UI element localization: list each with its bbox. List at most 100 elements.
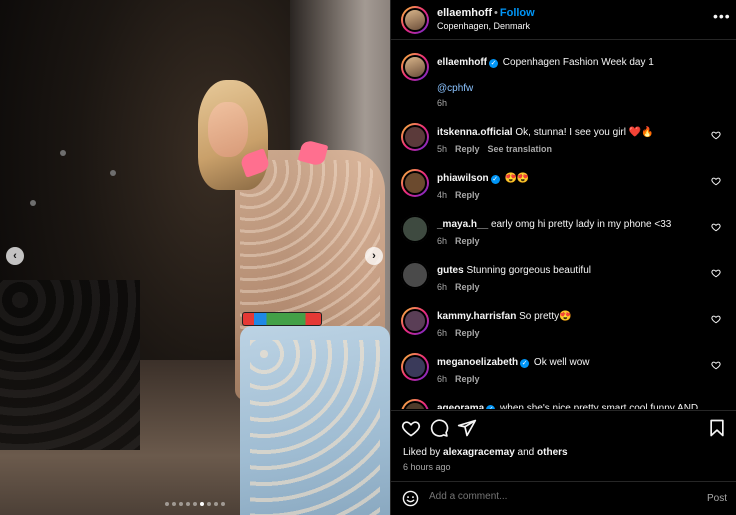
model-face [208, 102, 248, 157]
comment-meta: 6h Reply [437, 236, 488, 246]
commenter-avatar[interactable] [401, 261, 429, 289]
comment: ageorama✓ when she's nice pretty smart c… [391, 387, 736, 409]
comment-time: 4h [437, 190, 448, 200]
heart-icon[interactable] [401, 418, 421, 438]
comment-icon[interactable] [429, 418, 449, 438]
verified-badge-icon: ✓ [520, 359, 530, 368]
comment-text: kammy.harrisfan So pretty😍 [437, 311, 572, 322]
commenter-username[interactable]: _maya.h__ [437, 219, 488, 230]
author-avatar[interactable] [401, 6, 429, 34]
comment: _maya.h__ early omg hi pretty lady in my… [391, 203, 736, 249]
post-comment-button[interactable]: Post [707, 493, 727, 504]
commenter-username[interactable]: kammy.harrisfan [437, 311, 516, 322]
comment-like-heart-icon[interactable] [711, 130, 721, 140]
commenter-avatar[interactable] [401, 123, 429, 151]
previous-image-button[interactable]: ‹ [6, 247, 24, 265]
ceiling-light [60, 150, 66, 156]
verified-badge-icon: ✓ [486, 405, 496, 409]
comment: kammy.harrisfan So pretty😍 6h Reply [391, 295, 736, 341]
caption-username[interactable]: ellaemhoff [437, 57, 487, 68]
next-image-button[interactable]: › [365, 247, 383, 265]
caption-mention-link[interactable]: @cphfw [437, 83, 473, 94]
comment-time: 5h [437, 144, 448, 154]
comment-meta: 5h Reply See translation [437, 144, 560, 154]
jeans-lace-pattern [250, 340, 380, 515]
carousel-dot [214, 502, 218, 506]
runway-model-photo [180, 80, 390, 515]
post-media[interactable]: ‹ › [0, 0, 390, 515]
likes-middle: and [514, 447, 538, 458]
comment-time: 6h [437, 374, 448, 384]
comment-body: Ok well wow [533, 357, 590, 368]
carousel-dot [221, 502, 225, 506]
liked-by-others-link[interactable]: others [537, 447, 568, 458]
verified-badge-icon: ✓ [490, 175, 500, 184]
post-modal: ‹ › ellaemhoff • Follow Copenhagen, Denmar… [0, 0, 736, 515]
follow-button[interactable]: Follow [500, 7, 535, 19]
comment-meta: 6h Reply [437, 374, 488, 384]
carousel-dot [207, 502, 211, 506]
comment-like-heart-icon[interactable] [711, 176, 721, 186]
comment-input[interactable] [429, 491, 689, 502]
reply-button[interactable]: Reply [455, 236, 480, 246]
carousel-dot [200, 502, 204, 506]
reply-button[interactable]: Reply [455, 282, 480, 292]
comment-body: So pretty😍 [519, 311, 572, 322]
comment-time: 6h [437, 236, 448, 246]
commenter-avatar[interactable] [401, 307, 429, 335]
comment: itskenna.official Ok, stunna! I see you … [391, 111, 736, 157]
likes-prefix: Liked by [403, 447, 444, 458]
ceiling-light [110, 170, 116, 176]
post-details-panel: ellaemhoff • Follow Copenhagen, Denmark ••… [390, 0, 736, 515]
caption-time: 6h [437, 98, 448, 108]
reply-button[interactable]: Reply [455, 190, 480, 200]
action-bar: Liked by alexagracemay and others 6 hour… [391, 410, 736, 480]
caption-body: Copenhagen Fashion Week day 1 [502, 57, 654, 68]
carousel-dot [172, 502, 176, 506]
caption-text: ellaemhoff ✓ Copenhagen Fashion Week day … [437, 57, 654, 68]
post-location[interactable]: Copenhagen, Denmark [437, 21, 530, 31]
commenter-username[interactable]: itskenna.official [437, 127, 513, 138]
comments-list[interactable]: ellaemhoff ✓ Copenhagen Fashion Week day … [391, 41, 736, 409]
post-header: ellaemhoff • Follow Copenhagen, Denmark ••… [391, 0, 736, 40]
commenter-username[interactable]: ageorama [437, 403, 484, 409]
striped-belt [242, 312, 322, 326]
commenter-username[interactable]: gutes [437, 265, 464, 276]
liked-by-user[interactable]: alexagracemay [443, 447, 515, 458]
comment-text: ageorama✓ when she's nice pretty smart c… [437, 403, 698, 409]
more-options-icon[interactable]: ••• [713, 8, 731, 24]
commenter-username[interactable]: phiawilson [437, 173, 489, 184]
commenter-username[interactable]: meganoelizabeth [437, 357, 518, 368]
ceiling-light [30, 200, 36, 206]
comment-composer: Post [391, 481, 736, 515]
reply-button[interactable]: Reply [455, 144, 480, 154]
reply-button[interactable]: Reply [455, 328, 480, 338]
author-username[interactable]: ellaemhoff [437, 7, 492, 19]
commenter-avatar[interactable] [401, 215, 429, 243]
carousel-dot [165, 502, 169, 506]
commenter-avatar[interactable] [401, 399, 429, 409]
comment-like-heart-icon[interactable] [711, 222, 721, 232]
comment-body: Ok, stunna! I see you girl ❤️🔥 [515, 127, 654, 138]
reply-button[interactable]: Reply [455, 374, 480, 384]
bookmark-icon[interactable] [707, 418, 727, 438]
carousel-dot [193, 502, 197, 506]
emoji-icon[interactable] [402, 490, 419, 507]
see-translation-button[interactable]: See translation [488, 144, 553, 154]
comment-text: phiawilson ✓ 😍😍 [437, 173, 529, 184]
share-icon[interactable] [457, 418, 477, 438]
author-avatar[interactable] [401, 53, 429, 81]
comment-like-heart-icon[interactable] [711, 314, 721, 324]
author-line: ellaemhoff • Follow [437, 7, 535, 19]
comment-body: 😍😍 [504, 173, 530, 184]
commenter-avatar[interactable] [401, 353, 429, 381]
comment-like-heart-icon[interactable] [711, 268, 721, 278]
carousel-dot [179, 502, 183, 506]
comment-meta: 6h Reply [437, 328, 488, 338]
separator-dot: • [494, 7, 498, 19]
comment-text: itskenna.official Ok, stunna! I see you … [437, 127, 654, 138]
comment-meta: 4h Reply [437, 190, 488, 200]
commenter-avatar[interactable] [401, 169, 429, 197]
comment-like-heart-icon[interactable] [711, 360, 721, 370]
comment: gutes Stunning gorgeous beautiful 6h Reply [391, 249, 736, 295]
